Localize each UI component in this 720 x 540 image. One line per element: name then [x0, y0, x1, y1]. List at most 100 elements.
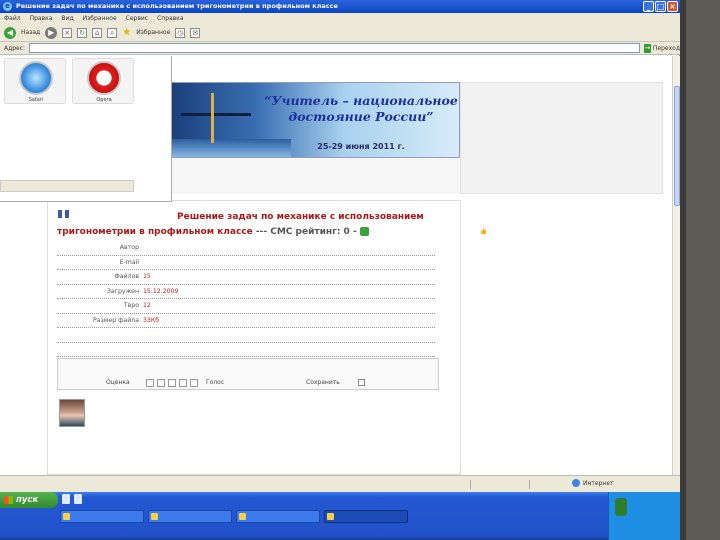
address-label: Адрес:: [4, 44, 26, 52]
banner-title-line1: “Учитель – национальное: [264, 93, 458, 108]
history-icon[interactable]: ◷: [175, 27, 186, 38]
mail-icon[interactable]: ✉: [190, 27, 201, 38]
favorites-label[interactable]: Избранное: [136, 29, 170, 36]
rating-box[interactable]: [179, 379, 187, 387]
back-label[interactable]: Назад: [21, 29, 40, 36]
windows-flag-icon: [4, 496, 13, 504]
meta-value: 12: [143, 302, 151, 309]
browser-window: e Решение задач по механике с использова…: [0, 0, 680, 492]
window-title: Решение задач по механике с использовани…: [16, 2, 338, 10]
rating-box[interactable]: [190, 379, 198, 387]
category-tags: [58, 210, 69, 218]
rating-row: Оценка Голос Сохранить: [58, 376, 440, 389]
comment-block: [57, 397, 357, 477]
task-button[interactable]: [60, 510, 144, 523]
rating-box[interactable]: [157, 379, 165, 387]
meta-row-author: Автор: [57, 241, 435, 256]
quick-launch: [62, 494, 82, 504]
rate-label: Оценка: [106, 379, 130, 386]
avatar: [59, 399, 85, 427]
toolbar: ◀ Назад ▶ × ↻ ⌂ ⌕ ★ Избранное ◷ ✉: [0, 24, 680, 42]
article-card: Решение задач по механике с использовани…: [47, 200, 487, 477]
task-buttons: [60, 510, 408, 523]
save-label: Сохранить: [306, 379, 340, 386]
meta-row-email: E-mail: [57, 256, 435, 270]
vertical-scrollbar[interactable]: [672, 56, 680, 475]
meta-key: Файлов: [114, 273, 139, 280]
screen: e Решение задач по механике с использова…: [0, 0, 720, 540]
ie-icon: e: [3, 2, 12, 11]
menu-view[interactable]: Вид: [61, 13, 73, 24]
stop-icon[interactable]: ×: [62, 27, 73, 38]
go-button[interactable]: → Переход: [644, 43, 680, 53]
file-meta-table: Автор E-mail Файлов 15 Загружен 15.12.20…: [57, 241, 435, 357]
meta-row-extra-2: [57, 343, 435, 357]
quick-launch-icon[interactable]: [62, 494, 70, 504]
action-links: [58, 360, 440, 371]
menu-help[interactable]: Справка: [157, 13, 183, 24]
quick-launch-icon[interactable]: [74, 494, 82, 504]
article-actions: Оценка Голос Сохранить: [57, 358, 439, 390]
globe-icon: [572, 479, 580, 487]
favorites-star-icon[interactable]: ★: [122, 27, 131, 38]
menu-tools[interactable]: Сервис: [126, 13, 148, 24]
task-button[interactable]: [148, 510, 232, 523]
menu-file[interactable]: Файл: [4, 13, 21, 24]
start-button[interactable]: пуск: [0, 492, 58, 508]
safari-label: Safari: [28, 97, 44, 103]
close-button[interactable]: ×: [667, 1, 678, 12]
menu-favorites[interactable]: Избранное: [83, 13, 117, 24]
rating-boxes: [146, 379, 198, 387]
search-icon[interactable]: ⌕: [107, 27, 118, 38]
refresh-icon[interactable]: ↻: [77, 27, 88, 38]
overlay-strip[interactable]: [0, 180, 134, 192]
banner-footer-area: [170, 158, 460, 194]
tray-figure-icon[interactable]: [615, 498, 627, 516]
home-icon[interactable]: ⌂: [92, 27, 103, 38]
safari-icon: [19, 61, 53, 95]
banner-title: “Учитель – национальное достояние России…: [263, 93, 459, 125]
status-bar: Интернет: [0, 475, 680, 492]
go-label: Переход: [652, 44, 680, 52]
safari-shortcut[interactable]: Safari: [4, 58, 66, 104]
meta-row-uploaded: Загружен 15.12.2009: [57, 285, 435, 299]
desktop-overlay-panel: Safari Opera: [0, 56, 172, 202]
right-frame-accent: [680, 0, 686, 540]
meta-key: E-mail: [119, 258, 139, 266]
meta-value: 33Кб: [143, 316, 160, 324]
vote-label[interactable]: Голос: [206, 376, 224, 389]
status-zone: Интернет: [572, 479, 614, 487]
opera-label: Opera: [96, 97, 112, 103]
system-tray: [608, 492, 680, 540]
meta-row-files: Файлов 15: [57, 270, 435, 285]
tag-1[interactable]: [58, 210, 62, 218]
rating-box[interactable]: [168, 379, 176, 387]
meta-key: Автор: [119, 244, 139, 251]
minimize-button[interactable]: _: [643, 1, 654, 12]
back-arrow-icon[interactable]: ◀: [4, 26, 16, 39]
maximize-button[interactable]: □: [655, 1, 666, 12]
opera-shortcut[interactable]: Opera: [72, 58, 134, 104]
banner-dates: 25-29 июня 2011 г.: [317, 142, 405, 151]
meta-value: 15: [143, 273, 151, 280]
rating-box[interactable]: [146, 379, 154, 387]
sms-rating: --- СМС рейтинг: 0 -: [255, 227, 357, 237]
start-label: пуск: [16, 495, 39, 505]
forward-arrow-icon[interactable]: ▶: [45, 26, 58, 39]
menu-edit[interactable]: Правка: [30, 13, 53, 24]
thumbs-up-icon[interactable]: 👍: [359, 227, 487, 236]
task-button[interactable]: [236, 510, 320, 523]
opera-icon: [87, 61, 121, 95]
article-title: Решение задач по механике с использовани…: [57, 210, 487, 240]
meta-key: Размер файла: [92, 316, 139, 324]
task-button-active[interactable]: [324, 510, 408, 523]
address-input[interactable]: [29, 43, 640, 53]
status-progress-area: [470, 480, 530, 489]
save-checkbox[interactable]: [358, 379, 365, 386]
spire-image: [211, 93, 214, 143]
comment-text: [91, 397, 351, 409]
address-bar: Адрес: → Переход: [0, 42, 680, 55]
tag-2[interactable]: [65, 210, 69, 218]
drawbridge-image: [181, 113, 251, 143]
meta-key: Твро: [123, 302, 139, 309]
